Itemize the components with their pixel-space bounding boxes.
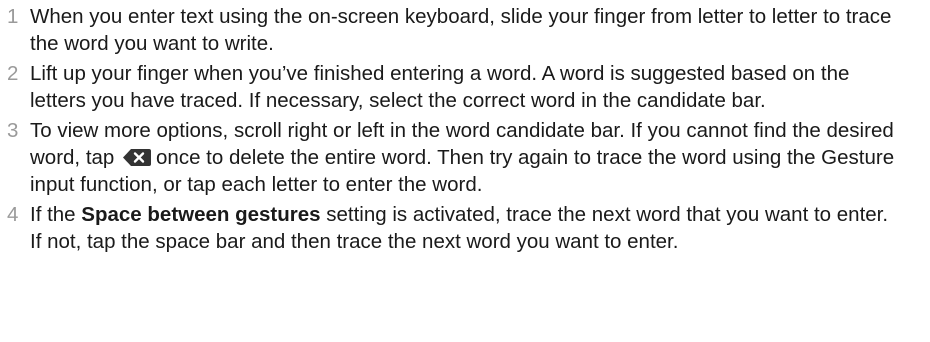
- step-item: 2 Lift up your finger when you’ve finish…: [0, 60, 930, 114]
- backspace-delete-icon: [122, 148, 152, 167]
- step-item: 4 If the Space between gestures setting …: [0, 201, 930, 255]
- step-item: 1 When you enter text using the on-scree…: [0, 3, 930, 57]
- step-number: 2: [7, 62, 19, 85]
- step-item: 3 To view more options, scroll right or …: [0, 117, 930, 198]
- step-number: 1: [7, 5, 19, 28]
- step-number: 3: [7, 119, 19, 142]
- step-text: To view more options, scroll right or le…: [30, 117, 900, 198]
- instruction-steps: 1 When you enter text using the on-scree…: [0, 3, 930, 255]
- step-text: When you enter text using the on-screen …: [30, 5, 892, 55]
- step-text-before-bold: If the: [30, 203, 76, 226]
- step-text: Lift up your finger when you’ve finished…: [30, 62, 850, 112]
- step-text-after-icon: once to delete the entire word. Then try…: [30, 146, 895, 196]
- step-text: If the Space between gestures setting is…: [30, 201, 900, 255]
- step-number: 4: [7, 203, 19, 226]
- setting-name: Space between gestures: [81, 203, 321, 226]
